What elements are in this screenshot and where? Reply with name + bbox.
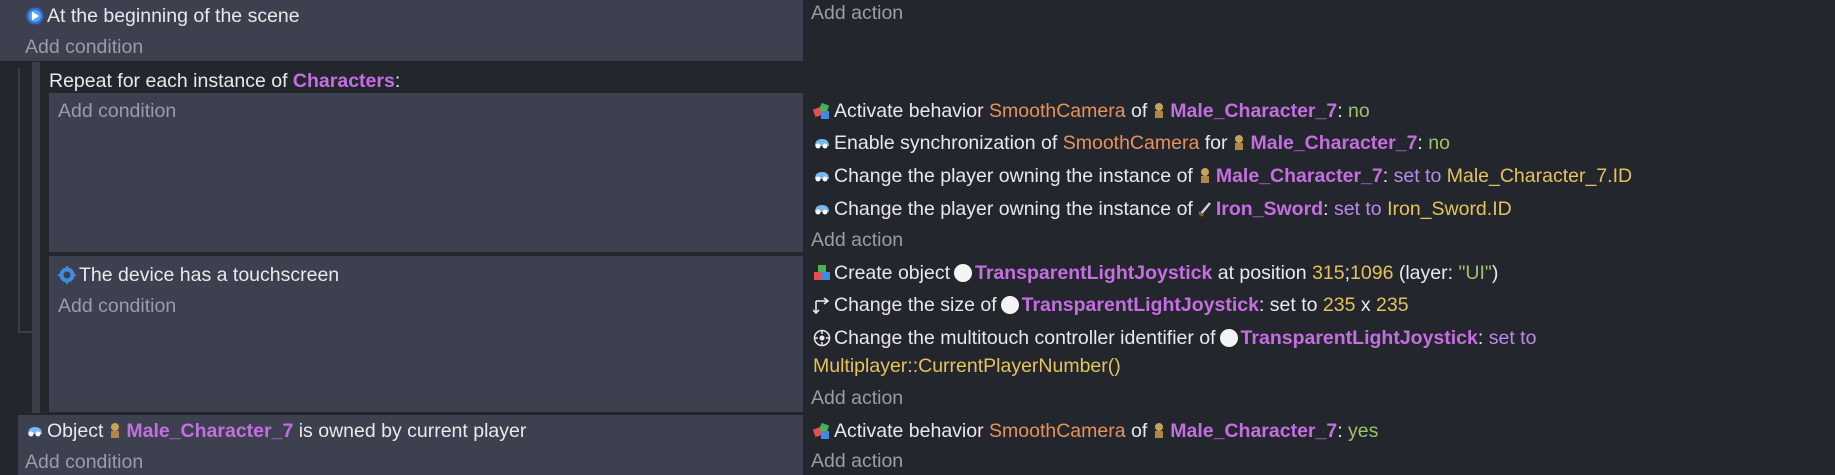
multiplayer-icon [815, 205, 829, 215]
multiplayer-icon [815, 172, 829, 182]
event2-action-4[interactable]: Change the player owning the instance of… [813, 196, 1512, 222]
event1-add-action[interactable]: Add action [811, 0, 903, 26]
resize-icon [813, 297, 830, 314]
repeat-object[interactable]: Characters [293, 70, 395, 92]
event2-tree-guide [18, 68, 32, 333]
event1-add-condition[interactable]: Add condition [25, 34, 143, 60]
repeat-prefix: Repeat for each instance of [49, 70, 288, 92]
event3-add-action[interactable]: Add action [811, 385, 903, 411]
character-sprite-icon [1235, 135, 1244, 150]
joystick-target-icon [813, 329, 831, 347]
multiplayer-icon [28, 427, 42, 437]
behavior-icon [813, 422, 830, 439]
event2-left-bar [32, 62, 40, 413]
event3-action-3[interactable]: Change the multitouch controller identif… [813, 325, 1536, 351]
event3-action-2[interactable]: Change the size of TransparentLightJoysti… [813, 292, 1409, 318]
event2-repeat-header[interactable]: Repeat for each instance of Characters: [49, 68, 400, 94]
scene-start-icon [26, 7, 44, 25]
event2-action-2[interactable]: Enable synchronization of SmoothCamera f… [813, 130, 1450, 156]
event3-action-3-value: Multiplayer::CurrentPlayerNumber() [813, 355, 1121, 377]
character-sprite-icon [1155, 423, 1164, 438]
event2-action-3[interactable]: Change the player owning the instance of… [813, 163, 1632, 189]
behavior-icon [813, 102, 830, 119]
event3-condition-text: The device has a touchscreen [79, 264, 340, 286]
event3-condition[interactable]: The device has a touchscreen [58, 262, 339, 288]
character-sprite-icon [1200, 168, 1209, 183]
event2-add-condition[interactable]: Add condition [58, 98, 176, 124]
create-object-icon [814, 265, 830, 280]
event2-add-action[interactable]: Add action [811, 227, 903, 253]
event4-condition[interactable]: Object Male_Character_7 is owned by curre… [26, 418, 526, 444]
event3-action-1[interactable]: Create object TransparentLightJoystick at… [813, 260, 1498, 286]
event1-condition[interactable]: At the beginning of the scene [26, 3, 300, 29]
joystick-sprite-icon [1219, 329, 1238, 347]
event2-action-1[interactable]: Activate behavior SmoothCamera of Male_Ch… [813, 98, 1370, 124]
event1-condition-text: At the beginning of the scene [47, 5, 300, 27]
event4-action-1[interactable]: Activate behavior SmoothCamera of Male_Ch… [813, 418, 1378, 444]
multiplayer-icon [815, 139, 829, 149]
sword-sprite-icon [1197, 202, 1211, 217]
repeat-suffix: : [394, 70, 401, 92]
event3-add-condition[interactable]: Add condition [58, 293, 176, 319]
joystick-sprite-icon [1000, 296, 1019, 314]
gear-touch-icon [58, 266, 76, 284]
character-sprite-icon [1155, 103, 1164, 118]
joystick-sprite-icon [953, 264, 972, 282]
event4-add-action[interactable]: Add action [811, 448, 903, 474]
event4-add-condition[interactable]: Add condition [25, 449, 143, 475]
character-sprite-icon [111, 423, 120, 438]
